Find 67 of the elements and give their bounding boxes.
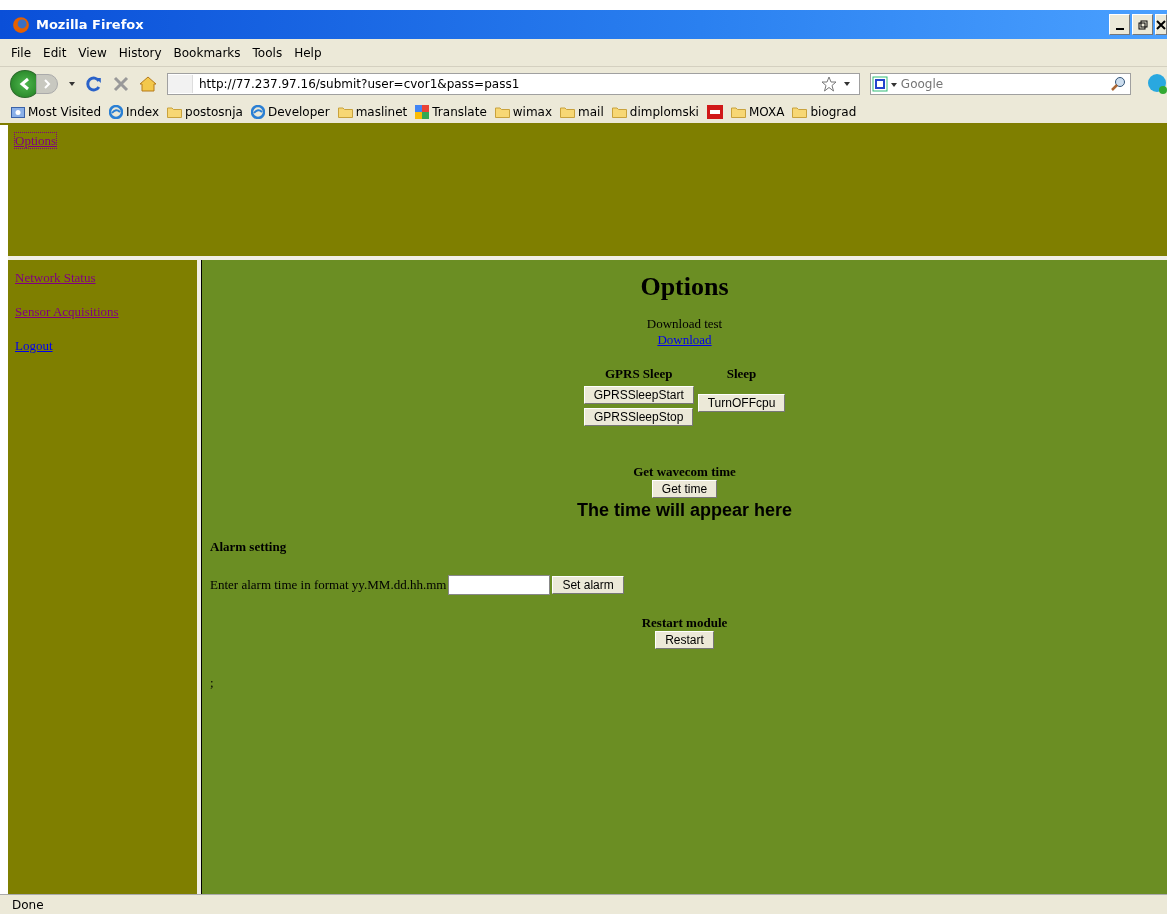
time-result-text: The time will appear here bbox=[575, 500, 794, 521]
close-button[interactable] bbox=[1155, 14, 1167, 35]
sleep-button[interactable]: GPRSSleepStop bbox=[584, 408, 694, 426]
site-identity-icon bbox=[167, 74, 193, 93]
set-alarm-button[interactable]: Set alarm bbox=[552, 576, 624, 594]
bookmark-item[interactable]: Translate bbox=[415, 104, 487, 119]
section-title: Get wavecom time bbox=[633, 464, 736, 480]
bookmark-item[interactable]: wimax bbox=[494, 104, 553, 119]
browser-logo-icon bbox=[12, 15, 30, 34]
search-box[interactable]: Google bbox=[869, 72, 1132, 95]
menu-item[interactable]: Bookmarks bbox=[173, 45, 241, 60]
swirl-icon bbox=[109, 104, 124, 119]
bookmark-item[interactable]: Developer bbox=[250, 104, 330, 119]
close-icon bbox=[1156, 19, 1166, 30]
window-title: Mozilla Firefox bbox=[36, 17, 144, 32]
restore-button[interactable] bbox=[1132, 14, 1153, 35]
menu-item[interactable]: Edit bbox=[43, 45, 67, 60]
translate-icon bbox=[415, 104, 430, 119]
swirl-icon bbox=[250, 104, 265, 119]
folder-icon bbox=[167, 105, 183, 118]
bookmark-item[interactable]: maslinet bbox=[337, 104, 408, 119]
engine-icon bbox=[870, 74, 899, 93]
download-label: Download test bbox=[645, 316, 724, 332]
folder-icon bbox=[560, 105, 576, 118]
restart-button[interactable]: Restart bbox=[655, 631, 714, 649]
alarm-time-field[interactable] bbox=[448, 575, 551, 595]
bookmark-folder-icon bbox=[11, 105, 25, 118]
search-icon bbox=[1110, 75, 1127, 92]
bookmark-item[interactable]: mail bbox=[560, 104, 604, 119]
bookmark-item[interactable]: dimplomski bbox=[611, 104, 699, 119]
folder-icon bbox=[337, 105, 353, 118]
menu-item[interactable]: File bbox=[11, 45, 32, 60]
alarm-label: Enter alarm time in format yy.MM.dd.hh.mm bbox=[210, 577, 447, 593]
section-title: Alarm setting bbox=[210, 539, 287, 555]
bookmark-item[interactable]: Index bbox=[109, 104, 160, 119]
section-title: GPRS Sleep bbox=[604, 366, 673, 382]
badge-icon bbox=[706, 104, 723, 119]
section-title: Sleep bbox=[726, 366, 757, 382]
page-heading: Options bbox=[640, 272, 729, 302]
bookmark-item[interactable]: MOXA bbox=[730, 104, 785, 119]
bookmark-item[interactable] bbox=[706, 104, 723, 119]
folder-icon bbox=[792, 105, 808, 118]
minimize-icon bbox=[1115, 27, 1124, 30]
star-icon bbox=[820, 75, 837, 92]
restore-icon bbox=[1137, 19, 1148, 30]
menu-item[interactable]: Tools bbox=[252, 45, 283, 60]
get-time-button[interactable]: Get time bbox=[651, 480, 718, 498]
bookmark-item[interactable]: postosnja bbox=[167, 104, 243, 119]
status-text: Done bbox=[12, 897, 44, 912]
sleep-button[interactable]: GPRSSleepStart bbox=[583, 386, 694, 404]
reload-icon[interactable] bbox=[85, 74, 104, 93]
menu-item[interactable]: Help bbox=[294, 45, 322, 60]
bookmark-item[interactable]: Most Visited bbox=[11, 104, 102, 119]
folder-icon bbox=[730, 105, 746, 118]
bookmark-item[interactable]: biograd bbox=[792, 104, 857, 119]
section-title: Restart module bbox=[641, 615, 728, 631]
dropdown-caret-icon bbox=[842, 80, 851, 87]
turn-off-button[interactable]: TurnOFFcpu bbox=[697, 394, 786, 412]
forward-button[interactable] bbox=[35, 73, 58, 94]
folder-icon bbox=[611, 105, 627, 118]
stray-text: ; bbox=[210, 675, 214, 691]
minimize-button[interactable] bbox=[1109, 14, 1130, 35]
dropdown-caret-icon[interactable] bbox=[67, 80, 76, 87]
folder-icon bbox=[494, 105, 510, 118]
address-field[interactable]: http://77.237.97.16/submit?user=cvor1&pass=pass1 bbox=[166, 72, 860, 95]
menu-item[interactable]: History bbox=[118, 45, 162, 60]
menu-item[interactable]: View bbox=[78, 45, 107, 60]
